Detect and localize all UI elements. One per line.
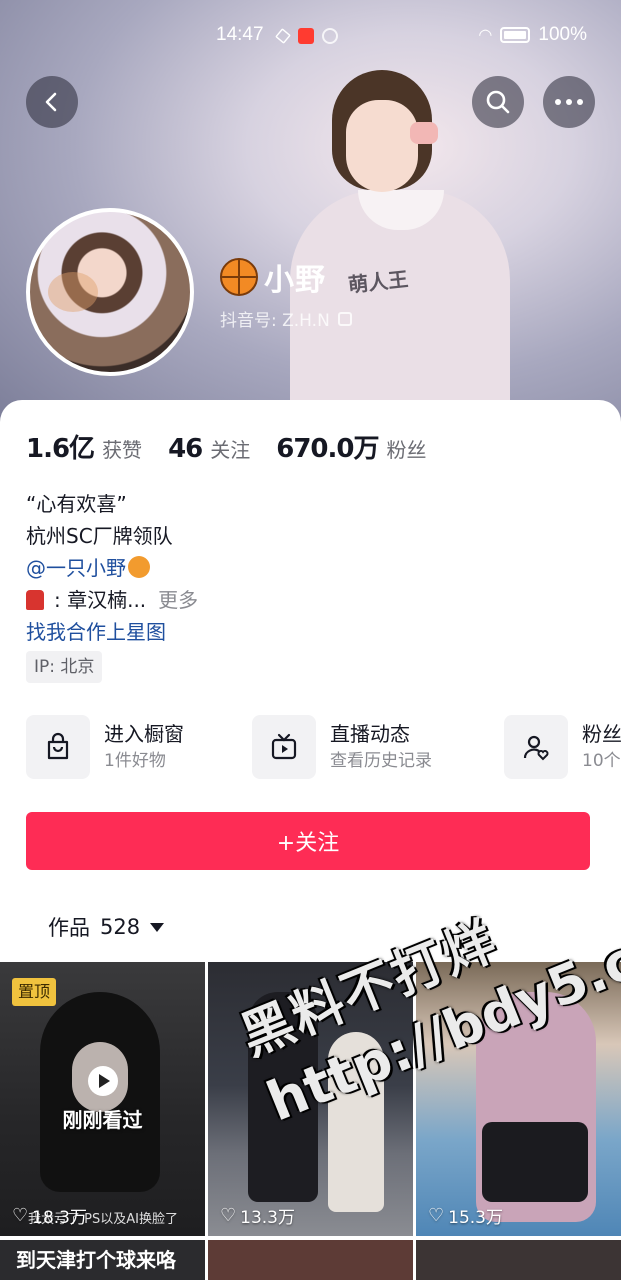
bio-line: 杭州SC厂牌领队 bbox=[26, 524, 173, 548]
service-subtitle: 查看历史记录 bbox=[330, 751, 432, 771]
bio-tag-line: : 章汉楠... bbox=[54, 588, 147, 612]
stat-followers[interactable]: 670.0万 粉丝 bbox=[276, 428, 426, 465]
more-dots-icon bbox=[555, 99, 583, 105]
fans-group-entry[interactable]: 粉丝 10个 bbox=[504, 715, 621, 779]
bio-line: “心有欢喜” bbox=[26, 492, 127, 516]
live-tv-icon bbox=[252, 715, 316, 779]
stat-likes: 1.6亿 获赞 bbox=[26, 428, 142, 465]
live-history-entry[interactable]: 直播动态 查看历史记录 bbox=[252, 715, 432, 779]
caret-down-icon bbox=[150, 922, 165, 932]
search-button[interactable] bbox=[472, 76, 524, 128]
service-subtitle: 10个 bbox=[582, 751, 621, 771]
copy-icon[interactable] bbox=[337, 311, 352, 326]
stat-value: 670.0万 bbox=[276, 434, 379, 464]
mention-link[interactable]: @一只小野 bbox=[26, 556, 126, 580]
service-subtitle: 1件好物 bbox=[104, 751, 166, 771]
heart-icon: ♡ bbox=[428, 1204, 445, 1226]
bio: “心有欢喜” 杭州SC厂牌领队 @一只小野 : 章汉楠... 更多 找我合作上星图 bbox=[26, 488, 198, 648]
scarf-emoji-icon bbox=[26, 590, 44, 610]
video-title-overlay: 到天津打个球来咯 bbox=[16, 1248, 176, 1272]
video-tile[interactable]: ♡ 13.3万 bbox=[208, 962, 413, 1236]
video-tile[interactable]: 置顶 刚刚看过 我太亏了 PS以及AI换脸了 ♡ 18.3万 bbox=[0, 962, 205, 1236]
play-icon bbox=[88, 1066, 118, 1096]
follow-button[interactable]: +关注 bbox=[26, 812, 590, 870]
battery-percent: 100% bbox=[538, 24, 587, 45]
video-tile[interactable] bbox=[208, 1240, 413, 1280]
likes-count: 15.3万 bbox=[448, 1208, 503, 1228]
wifi-icon: ◠ bbox=[478, 27, 493, 44]
service-title: 进入橱窗 bbox=[104, 722, 184, 746]
likes-count: 18.3万 bbox=[32, 1208, 87, 1228]
douyin-id[interactable]: 抖音号: Z.H.N bbox=[220, 306, 352, 331]
video-tile[interactable]: ♡ 15.3万 bbox=[416, 962, 621, 1236]
douyin-id-text: 抖音号: Z.H.N bbox=[220, 311, 330, 331]
video-likes: ♡ 15.3万 bbox=[428, 1203, 503, 1228]
stat-value: 1.6亿 bbox=[26, 434, 95, 464]
just-watched-label: 刚刚看过 bbox=[62, 1108, 143, 1132]
shop-window-entry[interactable]: 进入橱窗 1件好物 bbox=[26, 715, 184, 779]
video-grid: 置顶 刚刚看过 我太亏了 PS以及AI换脸了 ♡ 18.3万 ♡ 13.3万 ♡… bbox=[0, 962, 621, 1280]
telegram-icon bbox=[275, 28, 291, 44]
stat-following[interactable]: 46 关注 bbox=[168, 434, 250, 464]
works-tab-count: 528 bbox=[100, 915, 141, 939]
service-title: 粉丝 bbox=[582, 722, 621, 746]
video-likes: ♡ 18.3万 bbox=[12, 1203, 87, 1228]
hotspot-icon bbox=[322, 28, 338, 44]
stat-label: 获赞 bbox=[102, 438, 143, 462]
app-notification-icon bbox=[298, 28, 314, 44]
stat-label: 关注 bbox=[210, 438, 251, 462]
cover-photo: 萌人王 bbox=[290, 70, 510, 430]
tiger-emoji-icon bbox=[128, 556, 150, 578]
stat-label: 粉丝 bbox=[386, 438, 427, 462]
bio-more-link[interactable]: 更多 bbox=[158, 588, 198, 612]
profile-sheet: 1.6亿 获赞 46 关注 670.0万 粉丝 “心有欢喜” 杭州SC厂牌领队 … bbox=[0, 400, 621, 1280]
pinned-badge: 置顶 bbox=[12, 978, 57, 1006]
works-tab-label: 作品 bbox=[48, 916, 90, 940]
back-button[interactable] bbox=[26, 76, 78, 128]
video-likes: ♡ 13.3万 bbox=[220, 1203, 295, 1228]
profile-name-row: 小野 bbox=[220, 255, 326, 299]
service-title: 直播动态 bbox=[330, 722, 410, 746]
heart-icon: ♡ bbox=[12, 1204, 29, 1226]
video-tile[interactable] bbox=[416, 1240, 621, 1280]
video-tile[interactable]: 到天津打个球来咯 bbox=[0, 1240, 205, 1280]
video-grid-row-2: 到天津打个球来咯 bbox=[0, 1240, 621, 1280]
battery-icon bbox=[500, 27, 531, 43]
heart-icon: ♡ bbox=[220, 1204, 237, 1226]
likes-count: 13.3万 bbox=[240, 1208, 295, 1228]
ip-location-badge: IP: 北京 bbox=[26, 651, 103, 683]
status-bar: 14:47 ◠ 100% bbox=[0, 0, 621, 70]
tab-works[interactable]: 作品 528 bbox=[48, 912, 165, 942]
shopping-bag-icon bbox=[26, 715, 90, 779]
search-icon bbox=[486, 90, 510, 114]
stat-value: 46 bbox=[168, 434, 203, 464]
fans-group-icon bbox=[504, 715, 568, 779]
profile-name: 小野 bbox=[264, 263, 326, 298]
avatar[interactable] bbox=[26, 208, 194, 376]
status-time: 14:47 bbox=[216, 24, 264, 45]
chevron-left-icon bbox=[45, 92, 57, 112]
basketball-icon bbox=[220, 258, 258, 296]
service-shortcuts: 进入橱窗 1件好物 直播动态 查看历史记录 粉丝 10个 bbox=[26, 715, 621, 781]
more-options-button[interactable] bbox=[543, 76, 595, 128]
stats-row: 1.6亿 获赞 46 关注 670.0万 粉丝 bbox=[26, 428, 453, 465]
xingtu-link[interactable]: 找我合作上星图 bbox=[26, 616, 198, 648]
